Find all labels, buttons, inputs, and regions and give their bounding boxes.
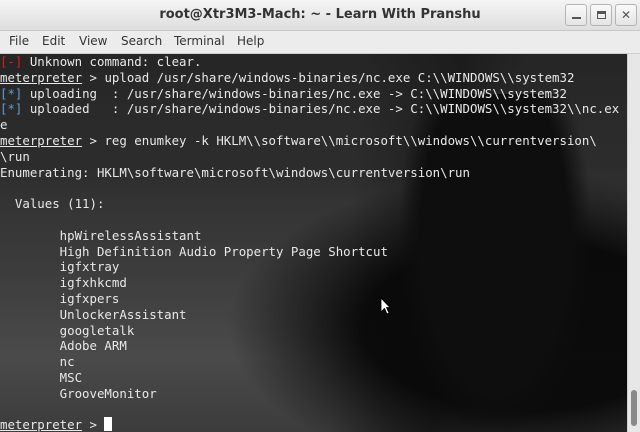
line-text: igfxtray bbox=[0, 259, 120, 275]
terminal-line: [-] Unknown command: clear. bbox=[0, 54, 619, 70]
terminal-line: googletalk bbox=[0, 323, 619, 339]
close-button[interactable]: ✕ bbox=[615, 4, 637, 26]
title-bar[interactable]: root@Xtr3M3-Mach: ~ - Learn With Pranshu… bbox=[0, 0, 640, 31]
minimize-icon bbox=[571, 17, 581, 19]
meterpreter-prompt: meterpreter bbox=[0, 132, 83, 148]
line-text: UnlockerAssistant bbox=[0, 306, 187, 322]
line-text: googletalk bbox=[0, 322, 135, 338]
line-text: nc bbox=[0, 354, 75, 370]
terminal-line: \run bbox=[0, 149, 619, 165]
line-text: hpWirelessAssistant bbox=[0, 227, 202, 243]
menu-edit[interactable]: Edit bbox=[42, 34, 65, 48]
line-text: uploaded : /usr/share/windows-binaries/n… bbox=[22, 101, 620, 117]
menu-terminal[interactable]: Terminal bbox=[174, 34, 225, 48]
menu-help[interactable]: Help bbox=[237, 34, 264, 48]
mouse-pointer-icon bbox=[380, 297, 390, 315]
line-text: e bbox=[0, 117, 8, 133]
info-tag: [*] bbox=[0, 101, 23, 117]
close-icon: ✕ bbox=[620, 8, 632, 22]
maximize-button[interactable] bbox=[590, 4, 612, 26]
line-text: GrooveMonitor bbox=[0, 385, 157, 401]
menu-bar: File Edit View Search Terminal Help bbox=[0, 31, 640, 54]
terminal-line: meterpreter > bbox=[0, 417, 619, 432]
terminal-line: hpWirelessAssistant bbox=[0, 228, 619, 244]
terminal-lines: [-] Unknown command: clear. meterpreter >… bbox=[0, 54, 619, 432]
terminal-line: UnlockerAssistant bbox=[0, 307, 619, 323]
menu-view[interactable]: View bbox=[79, 34, 107, 48]
line-text: Unknown command: clear. bbox=[22, 54, 202, 69]
error-tag: [-] bbox=[0, 54, 23, 69]
line-text: > reg enumkey -k HKLM\\software\\microso… bbox=[82, 132, 597, 148]
terminal-line: Enumerating: HKLM\software\microsoft\win… bbox=[0, 165, 619, 181]
line-text: \run bbox=[0, 148, 30, 164]
line-text: Values (11): bbox=[0, 196, 105, 212]
terminal-line: [*] uploaded : /usr/share/windows-binari… bbox=[0, 101, 619, 117]
terminal-line: Adobe ARM bbox=[0, 338, 619, 354]
line-text: High Definition Audio Property Page Shor… bbox=[0, 243, 388, 259]
terminal-line: MSC bbox=[0, 370, 619, 386]
scrollbar-thumb[interactable] bbox=[631, 390, 637, 426]
meterpreter-prompt: meterpreter bbox=[0, 69, 83, 85]
terminal-line: e bbox=[0, 117, 619, 133]
terminal-line: igfxtray bbox=[0, 259, 619, 275]
menu-search[interactable]: Search bbox=[121, 34, 162, 48]
terminal-line: nc bbox=[0, 354, 619, 370]
menu-file[interactable]: File bbox=[9, 34, 29, 48]
terminal-line: High Definition Audio Property Page Shor… bbox=[0, 244, 619, 260]
terminal-output[interactable]: [-] Unknown command: clear. meterpreter >… bbox=[0, 54, 627, 432]
terminal-line: Values (11): bbox=[0, 196, 619, 212]
minimize-button[interactable] bbox=[565, 4, 587, 26]
line-text: Enumerating: HKLM\software\microsoft\win… bbox=[0, 164, 470, 180]
window-title: root@Xtr3M3-Mach: ~ - Learn With Pranshu bbox=[159, 7, 481, 22]
line-text: uploading : /usr/share/windows-binaries/… bbox=[22, 85, 567, 101]
terminal-line: meterpreter > reg enumkey -k HKLM\\softw… bbox=[0, 133, 619, 149]
terminal-line: igfxhkcmd bbox=[0, 275, 619, 291]
maximize-icon bbox=[596, 10, 606, 19]
terminal-line: igfxpers bbox=[0, 291, 619, 307]
line-text: Adobe ARM bbox=[0, 338, 127, 354]
vertical-scrollbar[interactable] bbox=[627, 54, 640, 432]
line-text: igfxhkcmd bbox=[0, 275, 127, 291]
terminal-line: [*] uploading : /usr/share/windows-binar… bbox=[0, 86, 619, 102]
text-cursor bbox=[104, 417, 113, 432]
info-tag: [*] bbox=[0, 85, 23, 101]
line-text: MSC bbox=[0, 369, 83, 385]
terminal-line: GrooveMonitor bbox=[0, 386, 619, 402]
line-text: > upload /usr/share/windows-binaries/nc.… bbox=[82, 69, 575, 85]
meterpreter-prompt: meterpreter bbox=[0, 417, 83, 432]
terminal-window: root@Xtr3M3-Mach: ~ - Learn With Pranshu… bbox=[0, 0, 640, 432]
terminal-line: meterpreter > upload /usr/share/windows-… bbox=[0, 70, 619, 86]
line-text: > bbox=[82, 417, 105, 432]
line-text: igfxpers bbox=[0, 290, 120, 306]
